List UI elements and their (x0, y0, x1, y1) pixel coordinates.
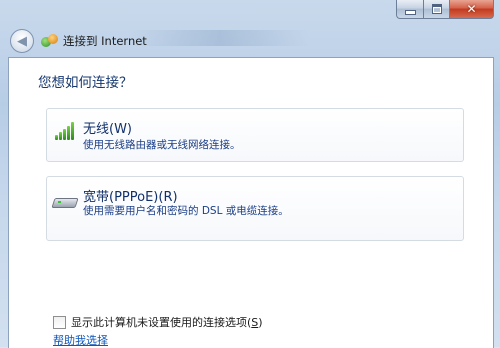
back-arrow-icon: ◀ (17, 33, 27, 49)
back-button[interactable]: ◀ (10, 29, 34, 53)
close-icon: ✕ (466, 2, 477, 16)
checkbox-label: 显示此计算机未设置使用的连接选项(S) (71, 316, 263, 329)
connect-to-internet-window: ✕ ◀ 连接到 Internet 您想如何连接？ 无线(W) 使用无线路由器或无… (0, 0, 500, 348)
help-me-choose-link[interactable]: 帮助我选择 (53, 332, 108, 348)
option-wireless[interactable]: 无线(W) 使用无线路由器或无线网络连接。 (46, 108, 464, 162)
minimize-icon (404, 9, 416, 15)
page-heading: 您想如何连接？ (38, 75, 133, 91)
option-title: 无线(W) (83, 122, 132, 137)
frame-background (130, 30, 310, 46)
caption-buttons: ✕ (396, 0, 494, 19)
wizard-content: 您想如何连接？ 无线(W) 使用无线路由器或无线网络连接。 宽带(PPPoE)(… (8, 57, 494, 348)
show-unconfigured-options[interactable]: 显示此计算机未设置使用的连接选项(S) (53, 314, 263, 330)
network-connection-icon (41, 34, 58, 48)
maximize-icon (431, 4, 442, 14)
broadband-modem-icon (51, 195, 79, 209)
option-description: 使用无线路由器或无线网络连接。 (83, 139, 241, 151)
minimize-button[interactable] (396, 0, 424, 19)
window-title: 连接到 Internet (63, 34, 147, 48)
show-unconfigured-checkbox[interactable] (53, 315, 66, 329)
wireless-signal-icon (55, 121, 77, 140)
navigation-bar: ◀ 连接到 Internet (10, 28, 147, 54)
close-button[interactable]: ✕ (450, 0, 494, 19)
option-broadband-pppoe[interactable]: 宽带(PPPoE)(R) 使用需要用户名和密码的 DSL 或电缆连接。 (46, 176, 464, 241)
maximize-button[interactable] (424, 0, 450, 19)
option-description: 使用需要用户名和密码的 DSL 或电缆连接。 (83, 205, 289, 217)
